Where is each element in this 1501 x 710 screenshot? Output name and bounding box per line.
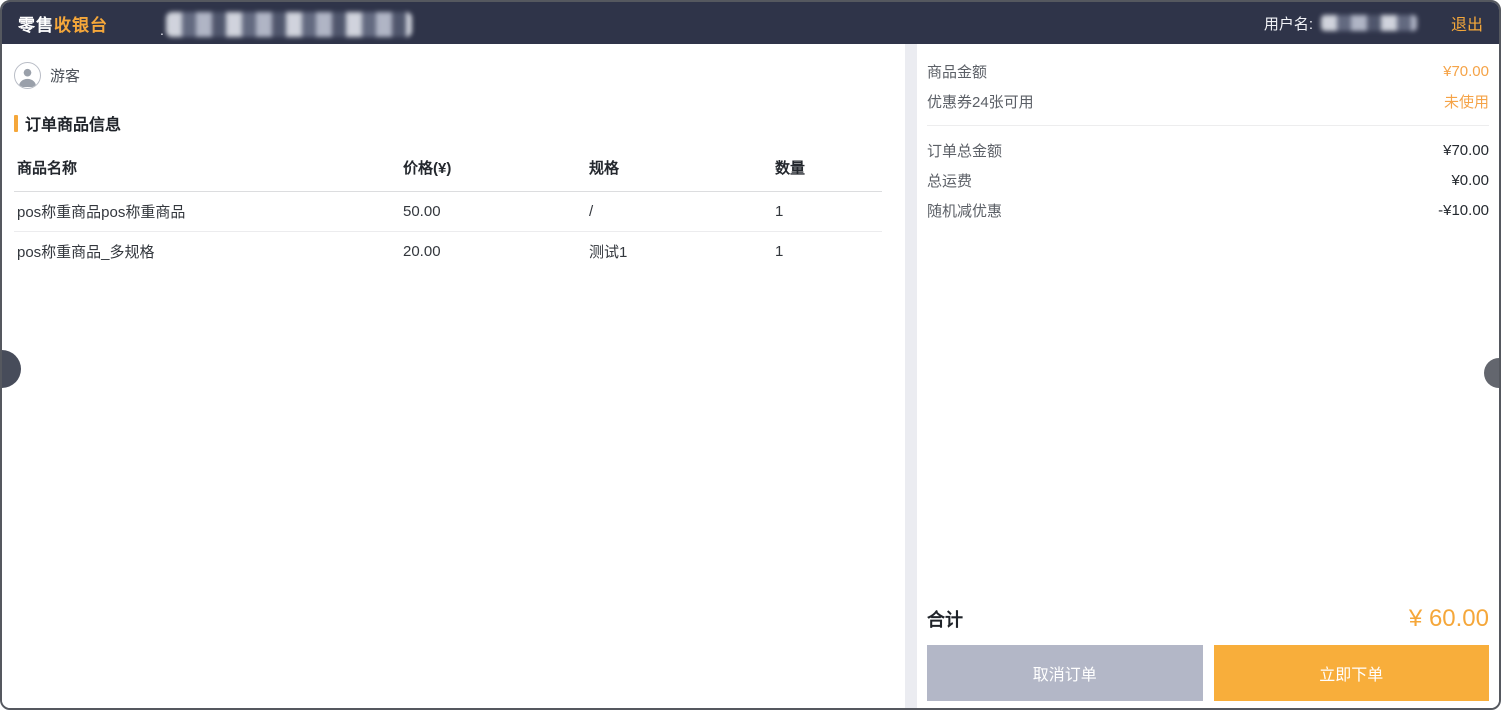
redacted-store-name	[166, 12, 412, 37]
product-name-cell: pos称重商品_多规格	[14, 232, 400, 272]
header-price: 价格(¥)	[400, 151, 586, 192]
summary-value: ¥70.00	[1443, 142, 1489, 159]
summary-label: 商品金额	[927, 61, 987, 82]
section-title: 订单商品信息	[14, 111, 887, 135]
product-name-cell: pos称重商品pos称重商品	[14, 192, 400, 232]
app-title-accent: 收银台	[54, 16, 108, 35]
spec-cell: 测试1	[586, 232, 772, 272]
table-header-row: 商品名称 价格(¥) 规格 数量	[14, 151, 882, 192]
spec-cell: /	[586, 192, 772, 232]
summary-divider	[927, 125, 1489, 126]
customer-row: 游客	[14, 62, 887, 89]
logout-button[interactable]: 退出	[1451, 11, 1483, 35]
order-panel: 游客 订单商品信息 商品名称 价格(¥) 规格 数量	[2, 44, 905, 708]
checkout-summary-panel: 商品金额 ¥70.00 优惠券24张可用 未使用 订单总金额 ¥70.00 总运…	[917, 44, 1499, 708]
header-spec: 规格	[586, 151, 772, 192]
redacted-username	[1321, 15, 1417, 31]
spacer	[927, 225, 1489, 605]
summary-row-order-total: 订单总金额 ¥70.00	[927, 135, 1489, 165]
total-row: 合计 ¥ 60.00	[927, 605, 1489, 633]
header-qty: 数量	[772, 151, 882, 192]
summary-label: 随机减优惠	[927, 200, 1002, 221]
summary-label: 订单总金额	[927, 140, 1002, 161]
qty-cell: 1	[772, 192, 882, 232]
summary-row-shipping: 总运费 ¥0.00	[927, 165, 1489, 195]
store-name-dot: .	[160, 25, 164, 35]
summary-label: 总运费	[927, 170, 972, 191]
section-title-text: 订单商品信息	[25, 111, 121, 135]
checkout-buttons: 取消订单 立即下单	[927, 645, 1489, 701]
price-cell: 20.00	[400, 232, 586, 272]
panel-divider-strip	[905, 44, 917, 708]
submit-order-button[interactable]: 立即下单	[1214, 645, 1490, 701]
price-cell: 50.00	[400, 192, 586, 232]
table-row: pos称重商品_多规格 20.00 测试1 1	[14, 232, 882, 272]
summary-row-coupon[interactable]: 优惠券24张可用 未使用	[927, 86, 1489, 116]
coupon-status[interactable]: 未使用	[1444, 91, 1489, 112]
summary-value: ¥0.00	[1451, 172, 1489, 189]
main-content: 游客 订单商品信息 商品名称 价格(¥) 规格 数量	[2, 44, 1499, 708]
summary-value: ¥70.00	[1443, 63, 1489, 80]
total-label: 合计	[927, 606, 963, 632]
summary-label: 优惠券24张可用	[927, 91, 1034, 112]
topbar: 零售收银台 . 用户名: 退出	[2, 2, 1499, 44]
cancel-order-button[interactable]: 取消订单	[927, 645, 1203, 701]
section-accent-bar	[14, 115, 18, 132]
summary-row-goods-amount: 商品金额 ¥70.00	[927, 56, 1489, 86]
summary-row-random-discount: 随机减优惠 -¥10.00	[927, 195, 1489, 225]
app-title: 零售收银台	[18, 11, 108, 36]
total-value: ¥ 60.00	[1409, 605, 1489, 633]
summary-value: -¥10.00	[1438, 202, 1489, 219]
app-title-prefix: 零售	[18, 16, 54, 35]
customer-name: 游客	[50, 65, 80, 86]
pos-app-window: 零售收银台 . 用户名: 退出 游客	[0, 0, 1501, 710]
qty-cell: 1	[772, 232, 882, 272]
table-row: pos称重商品pos称重商品 50.00 / 1	[14, 192, 882, 232]
order-items-table: 商品名称 价格(¥) 规格 数量 pos称重商品pos称重商品 50.00 / …	[14, 151, 882, 272]
header-product-name: 商品名称	[14, 151, 400, 192]
user-avatar-icon	[14, 62, 41, 89]
username-label: 用户名:	[1264, 13, 1313, 34]
topbar-right: 用户名: 退出	[1264, 11, 1483, 35]
store-name: .	[160, 12, 412, 35]
